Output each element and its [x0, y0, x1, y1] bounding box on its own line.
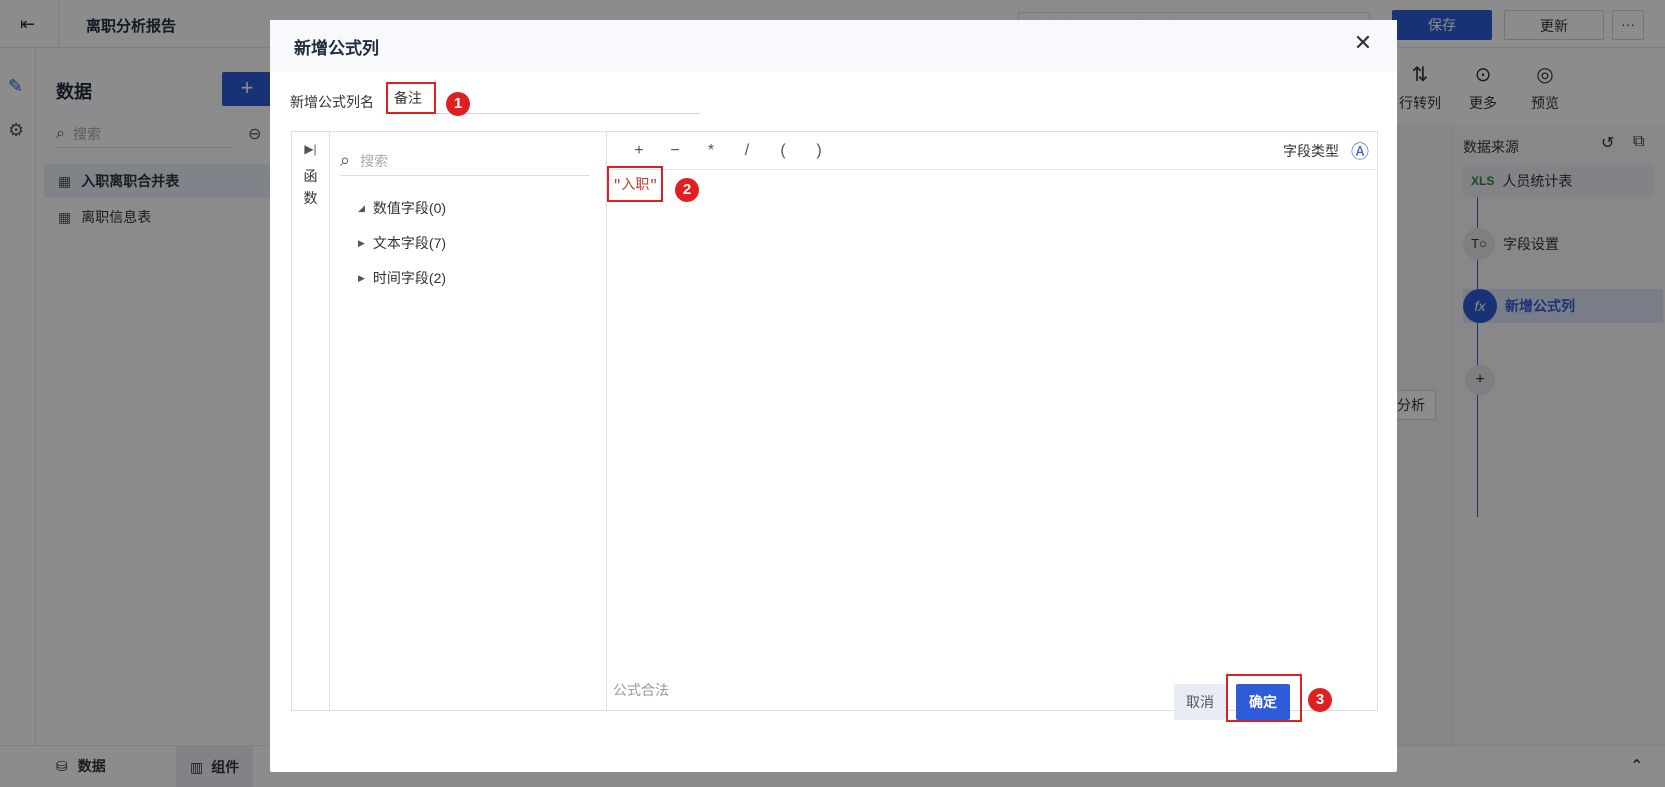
caret-right-icon: ▶ [358, 272, 365, 283]
caret-right-icon: ▶ [358, 237, 365, 248]
formula-status: 公式合法 [613, 682, 669, 698]
formula-input[interactable]: "入职" [613, 174, 658, 194]
formula-pane: + − * / ( ) 字段类型 Ⓐ "入职" 2 公式合法 [607, 132, 1377, 710]
field-type-label: 字段类型 [1283, 142, 1339, 159]
column-name-label: 新增公式列名 [290, 94, 374, 110]
operator-multiply[interactable]: * [693, 142, 729, 160]
operator-divide[interactable]: / [729, 142, 765, 160]
field-type-text-icon[interactable]: Ⓐ [1351, 138, 1369, 164]
formula-editor: ▶| 函 数 ⌕ 搜索 ◢ 数值字段(0) ▶ 文本字段(7) ▶ 时间字段(2… [291, 131, 1378, 711]
search-icon: ⌕ [340, 150, 351, 170]
field-group-time[interactable]: ▶ 时间字段(2) [358, 268, 446, 288]
formula-column-dialog: 新增公式列 ✕ 新增公式列名 1 ▶| 函 数 ⌕ 搜索 ◢ 数值字段(0) ▶… [270, 20, 1397, 772]
caret-down-icon: ◢ [358, 202, 365, 213]
annotation-badge-2: 2 [675, 178, 699, 202]
operator-bar: + − * / ( ) 字段类型 Ⓐ [607, 132, 1377, 170]
dialog-title: 新增公式列 [294, 39, 379, 58]
operator-minus[interactable]: − [657, 142, 693, 160]
annotation-badge-3: 3 [1308, 688, 1332, 712]
field-pane: ⌕ 搜索 ◢ 数值字段(0) ▶ 文本字段(7) ▶ 时间字段(2) [330, 132, 607, 710]
cancel-button[interactable]: 取消 [1174, 684, 1226, 720]
field-group-numeric[interactable]: ◢ 数值字段(0) [358, 198, 446, 218]
expand-functions-icon[interactable]: ▶| [292, 142, 329, 156]
operator-plus[interactable]: + [621, 142, 657, 160]
annotation-box-formula: "入职" [607, 166, 663, 202]
function-rail[interactable]: ▶| 函 数 [292, 132, 330, 710]
annotation-box-name [386, 82, 436, 114]
field-search-input[interactable]: ⌕ 搜索 [340, 146, 590, 176]
operator-left-paren[interactable]: ( [765, 142, 801, 160]
operator-right-paren[interactable]: ) [801, 142, 837, 160]
field-group-text[interactable]: ▶ 文本字段(7) [358, 233, 446, 253]
close-icon[interactable]: ✕ [1351, 32, 1375, 56]
annotation-badge-1: 1 [446, 92, 470, 116]
ok-button[interactable]: 确定 [1236, 684, 1290, 720]
